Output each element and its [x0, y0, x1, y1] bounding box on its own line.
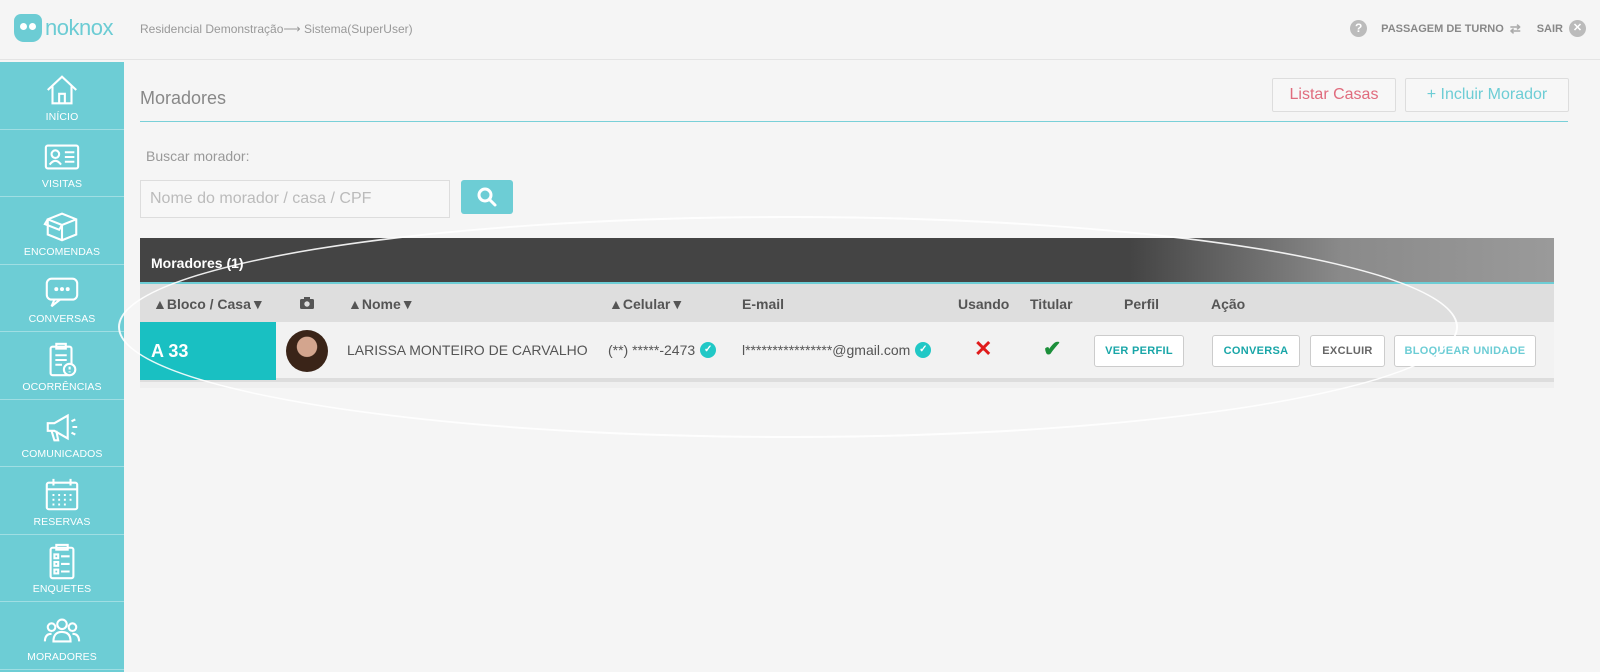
id-card-icon: [44, 144, 80, 170]
owl-logo-icon: [14, 14, 42, 42]
logo-text: noknox: [45, 15, 113, 40]
people-icon: [43, 618, 81, 642]
sidebar-item-label: VISITAS: [41, 178, 83, 190]
chat-icon: [45, 277, 79, 308]
sidebar-item-label: INÍCIO: [45, 110, 79, 123]
sidebar: INÍCIO VISITAS ENCOMENDAS CONVERSAS OCOR…: [0, 62, 124, 672]
resident-phone: (**) *****-2473: [608, 342, 696, 358]
check-icon: ✔: [1043, 336, 1062, 361]
sidebar-item-inicio[interactable]: INÍCIO: [0, 62, 124, 130]
verified-icon: ✓: [700, 342, 717, 358]
sidebar-item-label: RESERVAS: [33, 515, 91, 528]
sidebar-item-ocorrencias[interactable]: OCORRÊNCIAS: [0, 332, 124, 400]
resident-email: l****************@gmail.com: [742, 342, 911, 358]
residents-table: Moradores (1) ▲Bloco / Casa▼ ▲Nome▼ ▲Cel…: [140, 238, 1554, 388]
cross-icon: ✕: [974, 336, 993, 361]
column-perfil: Perfil: [1124, 296, 1160, 312]
column-acao: Ação: [1211, 296, 1246, 312]
title-divider: [140, 121, 1568, 122]
view-profile-button[interactable]: VER PERFIL: [1094, 335, 1184, 367]
sidebar-item-reservas[interactable]: RESERVAS: [0, 467, 124, 535]
sidebar-item-comunicados[interactable]: COMUNICADOS: [0, 400, 124, 467]
resident-name: LARISSA MONTEIRO DE CARVALHO: [347, 342, 588, 358]
exit-link[interactable]: SAIR: [1537, 23, 1563, 35]
phone-cell: (**) *****-2473 ✓: [608, 342, 717, 358]
table-row: A 33 LARISSA MONTEIRO DE CARVALHO (**) *…: [140, 322, 1554, 382]
sidebar-item-enquetes[interactable]: ENQUETES: [0, 535, 124, 602]
swap-icon[interactable]: ⇄: [1510, 21, 1521, 37]
top-bar: noknox Residencial Demonstração⟶ Sistema…: [0, 0, 1600, 60]
column-email: E-mail: [742, 296, 785, 312]
add-resident-button[interactable]: + Incluir Morador: [1405, 78, 1569, 112]
search-icon: [477, 187, 497, 207]
column-nome[interactable]: ▲Nome▼: [348, 296, 415, 312]
delete-button[interactable]: EXCLUIR: [1310, 335, 1385, 367]
sidebar-item-visitas[interactable]: VISITAS: [0, 130, 124, 197]
checklist-icon: [49, 543, 75, 580]
home-icon: [47, 74, 77, 104]
megaphone-icon: [46, 413, 78, 442]
column-celular[interactable]: ▲Celular▼: [609, 296, 684, 312]
unit-badge: A 33: [140, 322, 276, 380]
column-bloco[interactable]: ▲Bloco / Casa▼: [153, 296, 265, 312]
search-label: Buscar morador:: [146, 148, 250, 164]
block-unit-button[interactable]: BLOQUEAR UNIDADE: [1394, 335, 1536, 367]
column-titular: Titular: [1030, 296, 1073, 312]
sidebar-item-label: ENCOMENDAS: [23, 245, 101, 258]
close-icon[interactable]: ✕: [1569, 20, 1586, 37]
sidebar-item-label: OCORRÊNCIAS: [22, 380, 102, 393]
breadcrumb: Residencial Demonstração⟶ Sistema(SuperU…: [140, 22, 413, 36]
clipboard-alert-icon: [49, 342, 77, 376]
sidebar-item-label: MORADORES: [27, 650, 97, 663]
sidebar-item-conversas[interactable]: CONVERSAS: [0, 265, 124, 332]
search-button[interactable]: [461, 180, 513, 214]
package-icon: [43, 211, 78, 241]
table-title: Moradores (1): [140, 238, 1554, 284]
shift-change-link[interactable]: PASSAGEM DE TURNO: [1381, 23, 1504, 35]
sidebar-item-encomendas[interactable]: ENCOMENDAS: [0, 197, 124, 265]
help-icon[interactable]: ?: [1350, 20, 1368, 37]
logo[interactable]: noknox: [14, 14, 113, 42]
calendar-icon: [45, 478, 79, 510]
conversation-button[interactable]: CONVERSA: [1212, 335, 1300, 367]
search-input[interactable]: [140, 180, 450, 218]
avatar: [286, 330, 328, 372]
email-cell: l****************@gmail.com ✓: [742, 342, 932, 358]
table-header: ▲Bloco / Casa▼ ▲Nome▼ ▲Celular▼ E-mail U…: [140, 284, 1554, 322]
column-usando: Usando: [958, 296, 1010, 312]
camera-icon: [300, 296, 314, 312]
main-content: Moradores Listar Casas + Incluir Morador…: [124, 62, 1600, 672]
sidebar-item-label: COMUNICADOS: [21, 448, 103, 460]
page-title: Moradores: [140, 88, 227, 108]
verified-icon: ✓: [915, 342, 932, 358]
list-houses-button[interactable]: Listar Casas: [1272, 78, 1396, 112]
sidebar-item-label: CONVERSAS: [28, 313, 96, 325]
sidebar-item-moradores[interactable]: MORADORES: [0, 602, 124, 670]
top-actions: ? PASSAGEM DE TURNO ⇄ SAIR ✕: [1350, 20, 1586, 37]
sidebar-item-label: ENQUETES: [32, 583, 92, 595]
